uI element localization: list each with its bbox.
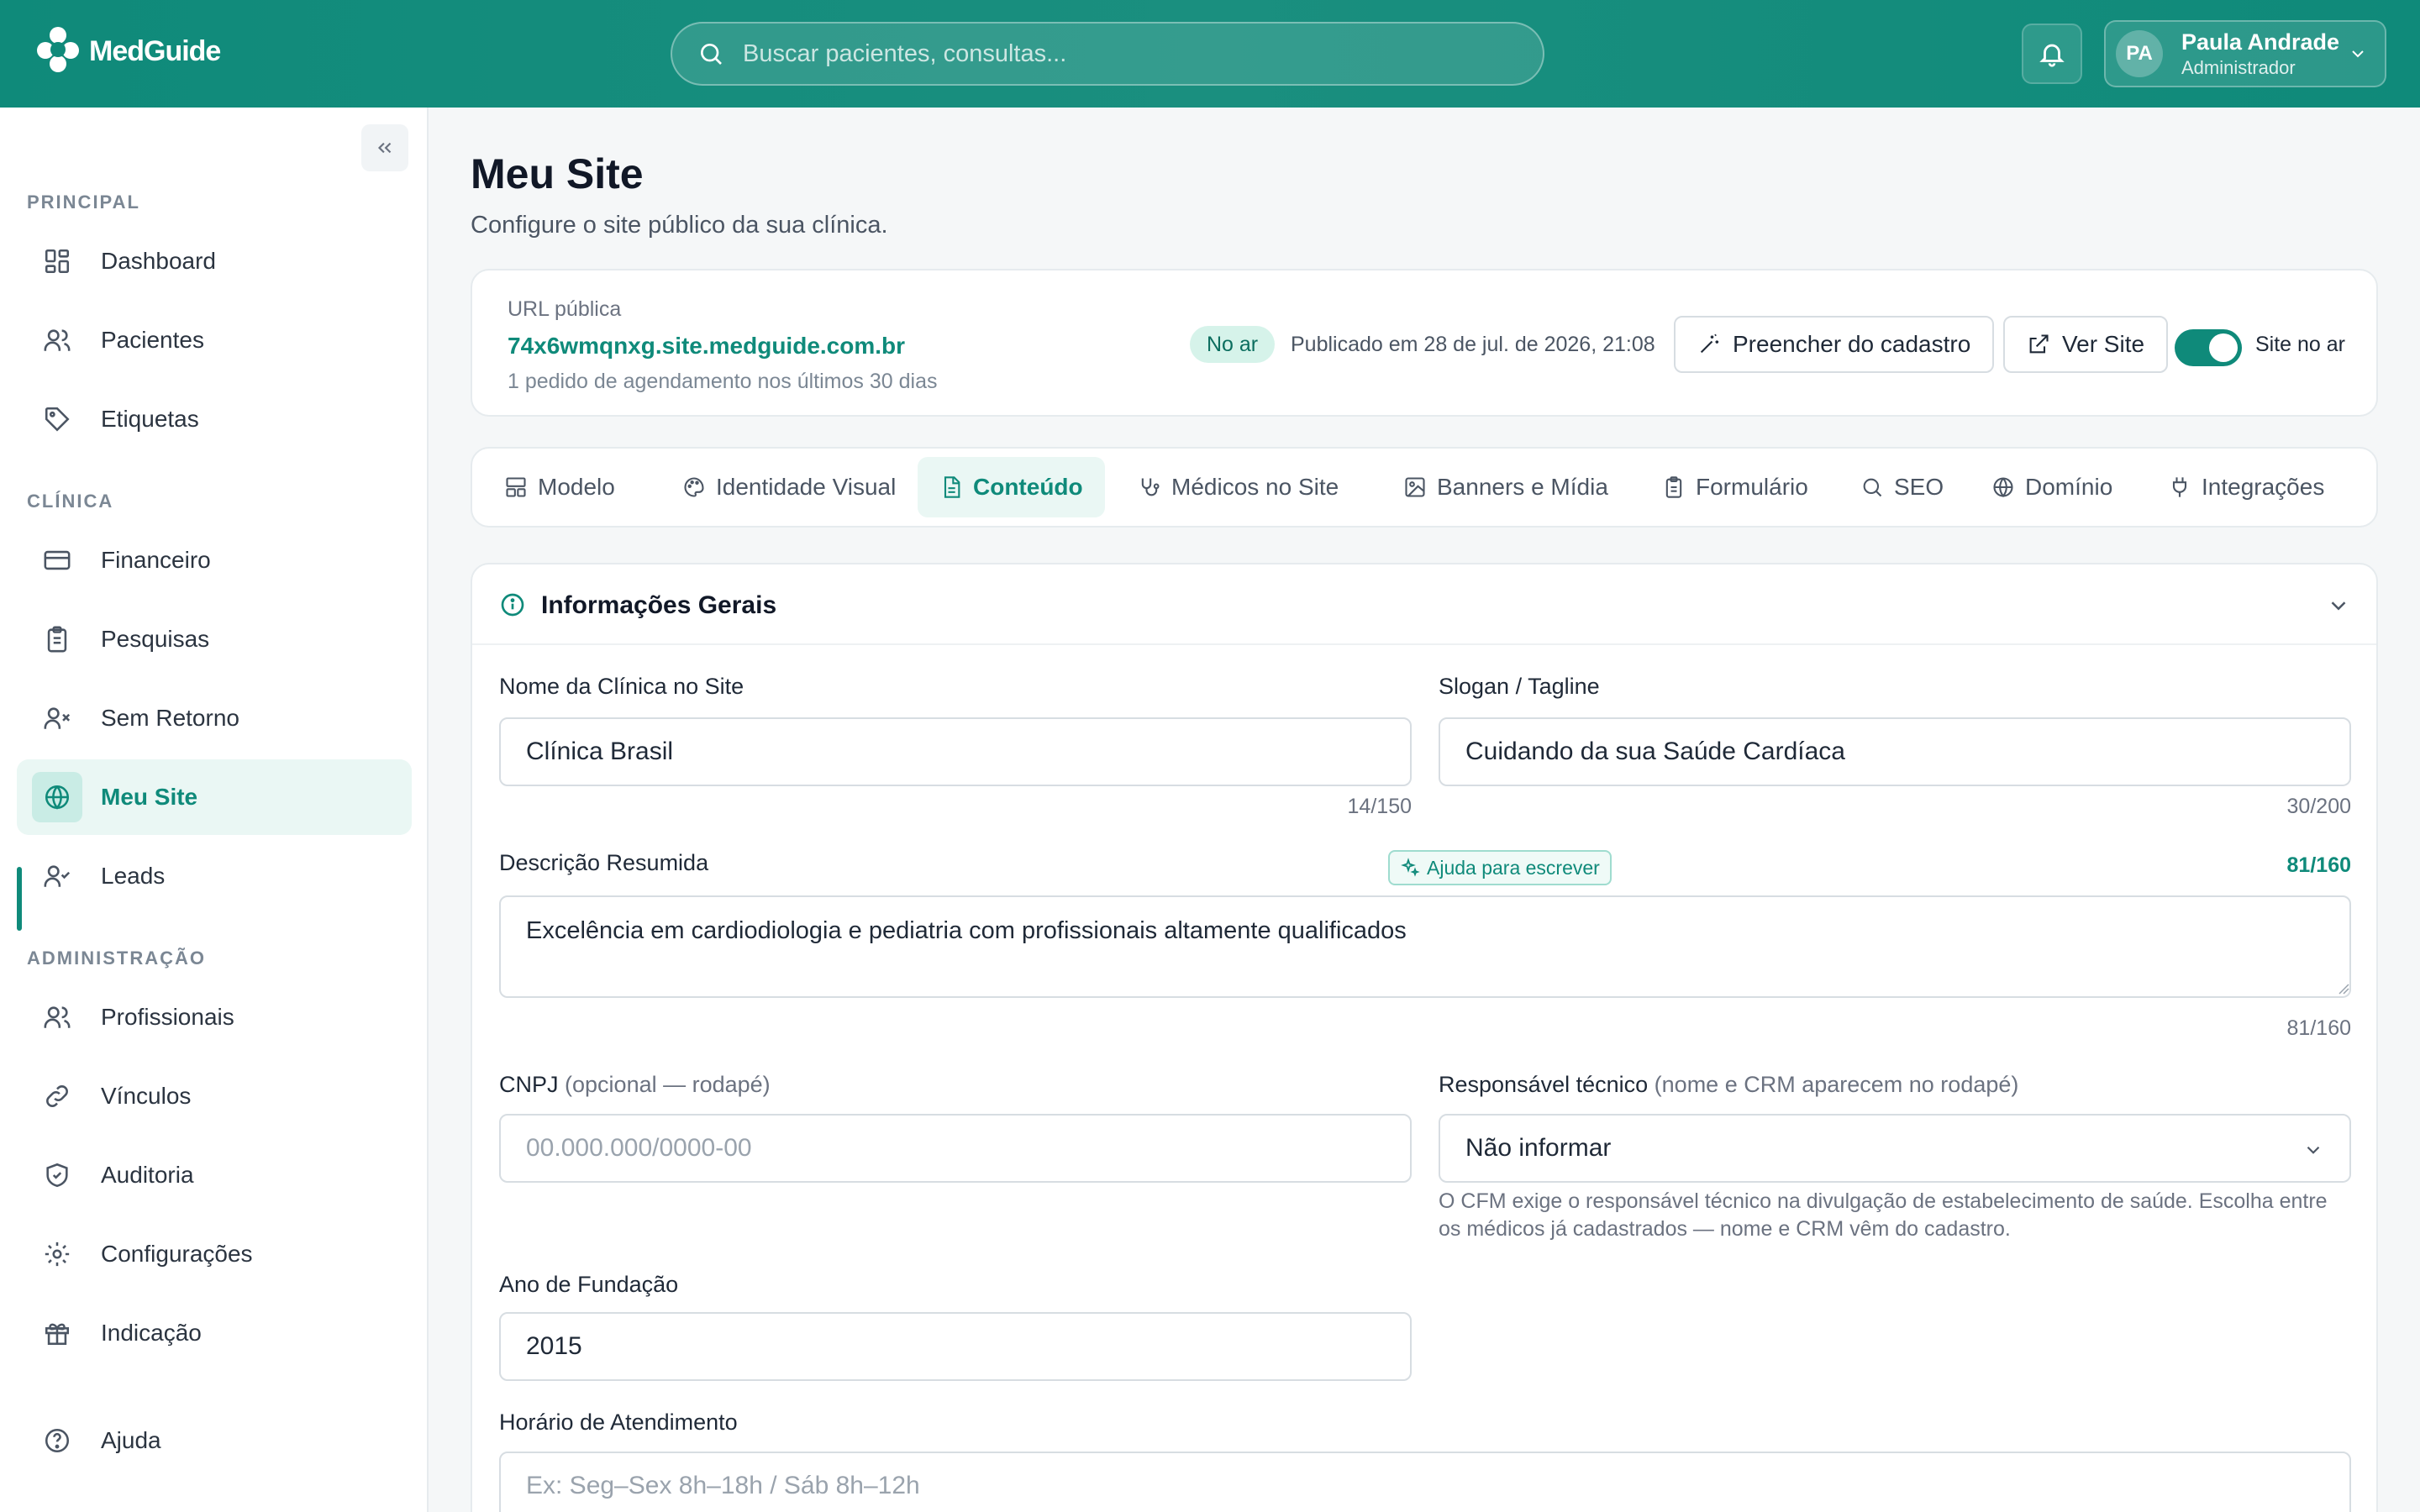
- chevron-down-icon: [2307, 1146, 2320, 1154]
- slogan-label: Slogan / Tagline: [1439, 674, 1600, 699]
- cnpj-label-hint: (opcional — rodapé): [565, 1072, 771, 1097]
- sidebar-item-label: Financeiro: [101, 547, 211, 573]
- sidebar-item-label: Leads: [101, 863, 166, 889]
- description-counter-top: 81/160: [2286, 853, 2351, 877]
- writing-help-label: Ajuda para escrever: [1427, 856, 1600, 879]
- sidebar-item-label: Meu Site: [101, 784, 198, 810]
- chevrons-left-icon: [377, 142, 392, 154]
- sidebar-item-label: Dashboard: [101, 248, 216, 274]
- description-label: Descrição Resumida: [499, 850, 709, 875]
- sidebar-item-dashboard[interactable]: Dashboard: [17, 223, 412, 299]
- medguide-logo-icon: [37, 27, 79, 72]
- top-bar: MedGuide PA Paula Andrade Administrador: [0, 0, 2420, 108]
- sidebar-item-indicacao[interactable]: Indicação: [17, 1295, 412, 1371]
- sidebar-item-profissionais[interactable]: Profissionais: [17, 979, 412, 1055]
- bell-icon: [2039, 44, 2065, 67]
- avatar: PA: [2116, 30, 2163, 77]
- sidebar-item-label: Pesquisas: [101, 626, 210, 652]
- shield-icon: [40, 1158, 74, 1192]
- cnpj-input[interactable]: [499, 1114, 1412, 1183]
- tech-responsible-value: Não informar: [1465, 1134, 1612, 1162]
- dashboard-icon: [40, 244, 74, 278]
- sidebar-item-sem-retorno[interactable]: Sem Retorno: [17, 680, 412, 756]
- app-name: MedGuide: [89, 34, 221, 67]
- search-input[interactable]: [743, 39, 1499, 68]
- link-icon: [40, 1079, 74, 1113]
- slogan-counter: 30/200: [2286, 795, 2351, 818]
- credit-card-icon: [40, 543, 74, 577]
- clinic-name-counter: 14/150: [1347, 795, 1412, 818]
- users-icon: [40, 1000, 74, 1034]
- sidebar-item-meu-site[interactable]: Meu Site: [17, 759, 412, 835]
- sidebar-item-leads[interactable]: Leads: [17, 838, 412, 914]
- description-textarea[interactable]: Excelência em cardiodiologia e pediatria…: [499, 895, 2351, 998]
- sidebar-item-label: Sem Retorno: [101, 705, 239, 731]
- gear-icon: [40, 1237, 74, 1271]
- user-role: Administrador: [2181, 56, 2296, 78]
- tech-responsible-select[interactable]: Não informar: [1439, 1114, 2351, 1183]
- sidebar-item-label: Pacientes: [101, 327, 204, 353]
- sidebar-item-etiquetas[interactable]: Etiquetas: [17, 381, 412, 457]
- clinic-name-input[interactable]: [499, 717, 1412, 786]
- global-search[interactable]: [671, 22, 1544, 86]
- sidebar-item-pacientes[interactable]: Pacientes: [17, 302, 412, 378]
- search-icon: [701, 44, 722, 65]
- sidebar-item-vinculos[interactable]: Vínculos: [17, 1058, 412, 1134]
- help-icon: [40, 1424, 74, 1457]
- general-info-form: Nome da Clínica no Site 14/150 Slogan / …: [471, 108, 2378, 1512]
- user-check-icon: [40, 859, 74, 893]
- user-x-icon: [40, 701, 74, 735]
- tech-responsible-label-hint: (nome e CRM aparecem no rodapé): [1654, 1072, 2019, 1097]
- sidebar-item-label: Ajuda: [101, 1427, 161, 1453]
- writing-help-button[interactable]: Ajuda para escrever: [1388, 850, 1612, 885]
- section-label-principal: PRINCIPAL: [27, 192, 140, 213]
- founded-year-input[interactable]: [499, 1312, 1412, 1381]
- sidebar-item-financeiro[interactable]: Financeiro: [17, 522, 412, 598]
- user-menu[interactable]: PA Paula Andrade Administrador: [2104, 20, 2386, 87]
- sidebar-item-label: Profissionais: [101, 1004, 234, 1030]
- sparkles-icon: [1401, 858, 1420, 877]
- collapse-sidebar-button[interactable]: [361, 124, 408, 171]
- tech-responsible-label: Responsável técnico (nome e CRM aparecem…: [1439, 1072, 2018, 1098]
- sidebar-item-label: Auditoria: [101, 1162, 194, 1188]
- section-label-administracao: ADMINISTRAÇÃO: [27, 948, 206, 969]
- globe-icon: [32, 772, 82, 822]
- sidebar-item-label: Indicação: [101, 1320, 202, 1346]
- sidebar-item-label: Vínculos: [101, 1083, 192, 1109]
- founded-label: Ano de Fundação: [499, 1272, 679, 1297]
- cnpj-label-text: CNPJ: [499, 1072, 559, 1097]
- sidebar-item-auditoria[interactable]: Auditoria: [17, 1137, 412, 1213]
- tech-responsible-label-text: Responsável técnico: [1439, 1072, 1649, 1097]
- cnpj-label: CNPJ (opcional — rodapé): [499, 1072, 771, 1098]
- user-name: Paula Andrade: [2181, 29, 2340, 55]
- tag-icon: [40, 402, 74, 436]
- hours-label: Horário de Atendimento: [499, 1410, 738, 1435]
- description-counter: 81/160: [2286, 1016, 2351, 1040]
- clinic-name-label: Nome da Clínica no Site: [499, 674, 744, 699]
- sidebar-item-pesquisas[interactable]: Pesquisas: [17, 601, 412, 677]
- sidebar-item-label: Configurações: [101, 1241, 253, 1267]
- resize-grip-icon[interactable]: [2338, 983, 2349, 995]
- sidebar-item-configuracoes[interactable]: Configurações: [17, 1216, 412, 1292]
- section-label-clinica: CLÍNICA: [27, 491, 114, 512]
- sidebar-item-ajuda[interactable]: Ajuda: [17, 1403, 412, 1478]
- slogan-input[interactable]: [1439, 717, 2351, 786]
- users-icon: [40, 323, 74, 357]
- hours-input[interactable]: [499, 1452, 2351, 1512]
- gift-icon: [40, 1316, 74, 1350]
- notifications-button[interactable]: [2022, 24, 2082, 84]
- chevron-down-icon: [2352, 50, 2364, 58]
- app-logo[interactable]: MedGuide: [34, 25, 221, 77]
- sidebar-item-label: Etiquetas: [101, 406, 199, 432]
- sidebar: PRINCIPAL Dashboard Pacientes Etiquetas …: [0, 108, 429, 1512]
- user-info: Paula Andrade Administrador: [2181, 29, 2339, 79]
- tech-responsible-help: O CFM exige o responsável técnico na div…: [1439, 1189, 2328, 1241]
- clipboard-icon: [40, 622, 74, 656]
